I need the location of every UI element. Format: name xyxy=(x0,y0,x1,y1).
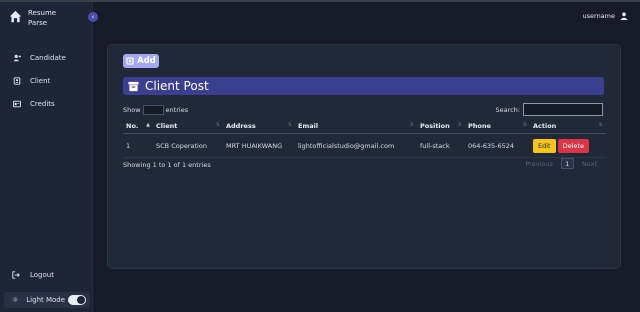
sort-arrow-icon: ⇅ xyxy=(598,121,603,128)
sun-icon: ☼ xyxy=(12,296,19,304)
page-title-bar: Client Post xyxy=(123,77,604,95)
column-header-client[interactable]: Client ⇅ xyxy=(153,122,223,130)
delete-button[interactable]: Delete xyxy=(557,138,589,153)
next-page-button[interactable]: Next xyxy=(582,160,597,168)
user-plus-icon xyxy=(12,53,22,63)
cell-position: full-stack xyxy=(420,141,450,150)
search-label: Search: xyxy=(495,105,520,114)
add-button[interactable]: Add xyxy=(123,54,159,68)
brand-name-line2: Parse xyxy=(28,19,48,27)
column-header-action[interactable]: Action ⇅ xyxy=(530,122,606,130)
entries-label: entries xyxy=(165,106,189,114)
logout-button[interactable]: Logout xyxy=(12,270,54,280)
sidebar-item-credits[interactable]: Credits xyxy=(0,92,93,115)
cell-phone: 064-635-6524 xyxy=(468,141,515,150)
client-post-card: Add Client Post Show entries Search: No.… xyxy=(107,44,621,269)
light-mode-row: ☼ Light Mode xyxy=(4,292,90,308)
add-file-icon xyxy=(126,57,134,65)
column-header-position[interactable]: Position ⇅ xyxy=(417,122,465,130)
page-number-button[interactable]: 1 xyxy=(560,158,574,169)
column-header-email[interactable]: Email ⇅ xyxy=(295,122,417,130)
client-table: No. ▲ Client ⇅ Address ⇅ Email ⇅ Position ⇅ P… xyxy=(123,118,606,158)
column-header-address[interactable]: Address ⇅ xyxy=(223,122,295,130)
sidebar-item-label: Candidate xyxy=(30,53,66,62)
sidebar-item-label: Client xyxy=(30,76,51,85)
sidebar: Resume Parse ‹ Candidate Client Credits xyxy=(0,2,98,312)
sort-arrow-icon: ⇅ xyxy=(457,121,462,128)
user-icon xyxy=(620,12,628,20)
archive-icon xyxy=(128,81,139,91)
sidebar-item-candidate[interactable]: Candidate xyxy=(0,46,93,69)
cell-action: Edit Delete xyxy=(530,138,606,153)
top-border xyxy=(0,0,640,2)
pagination: Previous 1 Next xyxy=(525,158,597,169)
search-input[interactable] xyxy=(523,103,603,116)
username: username xyxy=(582,12,616,20)
sort-arrow-icon: ▲ xyxy=(146,121,150,128)
column-header-phone[interactable]: Phone ⇅ xyxy=(465,122,530,130)
column-header-no[interactable]: No. ▲ xyxy=(123,122,153,130)
chevron-left-icon: ‹ xyxy=(91,12,95,21)
id-card-icon xyxy=(12,99,22,109)
add-button-label: Add xyxy=(137,56,156,66)
collapse-sidebar-button[interactable]: ‹ xyxy=(88,12,98,22)
brand[interactable]: Resume Parse xyxy=(9,8,56,28)
table-info: Showing 1 to 1 of 1 entries xyxy=(123,161,211,169)
edit-button[interactable]: Edit xyxy=(533,138,556,153)
sort-arrow-icon: ⇅ xyxy=(409,121,414,128)
table-header: No. ▲ Client ⇅ Address ⇅ Email ⇅ Position ⇅ P… xyxy=(123,118,606,134)
contacts-icon xyxy=(12,76,22,86)
home-icon xyxy=(9,10,22,23)
previous-page-button[interactable]: Previous xyxy=(525,160,552,168)
entries-length-control: Show entries xyxy=(123,105,188,115)
table-search: Search: xyxy=(495,103,603,116)
sidebar-item-client[interactable]: Client xyxy=(0,69,93,92)
logout-label: Logout xyxy=(30,271,54,279)
sidebar-item-label: Credits xyxy=(30,99,55,108)
cell-email: lightofficialstudio@gmail.com xyxy=(298,141,395,150)
sort-arrow-icon: ⇅ xyxy=(215,121,220,128)
table-row: 1 SCB Coperation MRT HUAIKWANG lightoffi… xyxy=(123,134,606,158)
cell-client: SCB Coperation xyxy=(156,141,207,150)
user-menu[interactable]: username xyxy=(583,12,629,20)
light-mode-label: Light Mode xyxy=(26,296,66,304)
sidebar-nav: Candidate Client Credits xyxy=(0,46,93,115)
sort-arrow-icon: ⇅ xyxy=(287,121,292,128)
light-mode-toggle[interactable] xyxy=(68,295,86,305)
logout-icon xyxy=(12,270,22,280)
cell-address: MRT HUAIKWANG xyxy=(226,141,283,150)
show-label: Show xyxy=(123,106,141,114)
cell-no: 1 xyxy=(126,141,131,150)
entries-per-page-select[interactable] xyxy=(142,105,164,115)
sort-arrow-icon: ⇅ xyxy=(522,121,527,128)
page-title: Client Post xyxy=(145,79,209,93)
brand-name-line1: Resume xyxy=(28,9,57,17)
